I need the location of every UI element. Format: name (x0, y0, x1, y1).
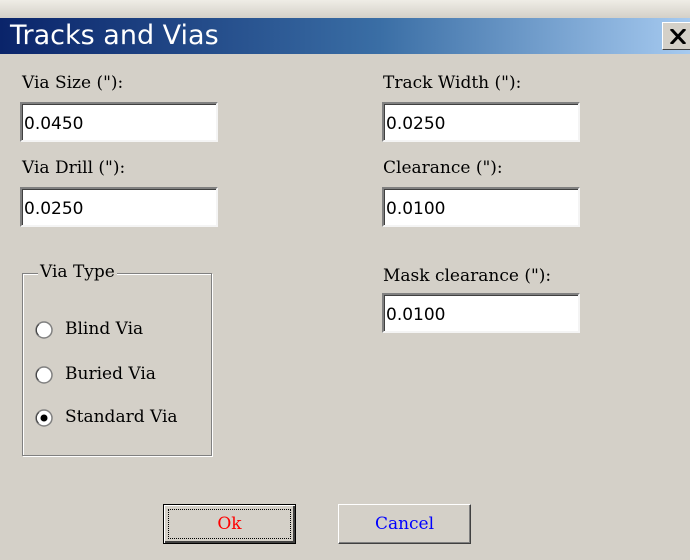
cancel-button[interactable]: Cancel (338, 504, 471, 544)
close-button[interactable] (662, 22, 690, 50)
via-size-field[interactable] (20, 102, 218, 142)
radio-blind-via-label: Blind Via (65, 319, 144, 339)
track-width-input[interactable] (384, 104, 578, 140)
via-drill-label: Via Drill ("): (22, 158, 126, 178)
clearance-field[interactable] (382, 187, 580, 227)
track-width-label: Track Width ("): (383, 73, 522, 93)
window-title: Tracks and Vias (10, 20, 219, 51)
ok-button[interactable]: Ok (163, 504, 296, 544)
radio-checked-icon[interactable] (35, 409, 53, 427)
mask-clearance-field[interactable] (382, 293, 580, 333)
ok-button-label: Ok (217, 514, 242, 534)
track-width-field[interactable] (382, 102, 580, 142)
clearance-input[interactable] (384, 189, 578, 225)
title-bar[interactable]: Tracks and Vias (0, 18, 690, 54)
close-icon (670, 29, 686, 44)
via-drill-input[interactable] (22, 189, 216, 225)
clearance-label: Clearance ("): (383, 158, 503, 178)
radio-unchecked-icon[interactable] (35, 366, 53, 384)
via-type-legend: Via Type (38, 262, 117, 282)
mask-clearance-label: Mask clearance ("): (383, 266, 552, 286)
cancel-button-label: Cancel (374, 514, 435, 534)
via-size-label: Via Size ("): (22, 73, 124, 93)
radio-buried-via-label: Buried Via (65, 364, 156, 384)
mask-clearance-input[interactable] (384, 295, 578, 331)
via-type-group: Via Type Blind Via Buried Via Standard V… (22, 262, 212, 456)
tracks-and-vias-dialog: Tracks and Vias Via Size ("): Via Drill … (0, 0, 690, 560)
via-drill-field[interactable] (20, 187, 218, 227)
window-top-edge (0, 0, 690, 18)
via-size-input[interactable] (22, 104, 216, 140)
radio-standard-via-label: Standard Via (65, 407, 178, 427)
radio-unchecked-icon[interactable] (35, 321, 53, 339)
